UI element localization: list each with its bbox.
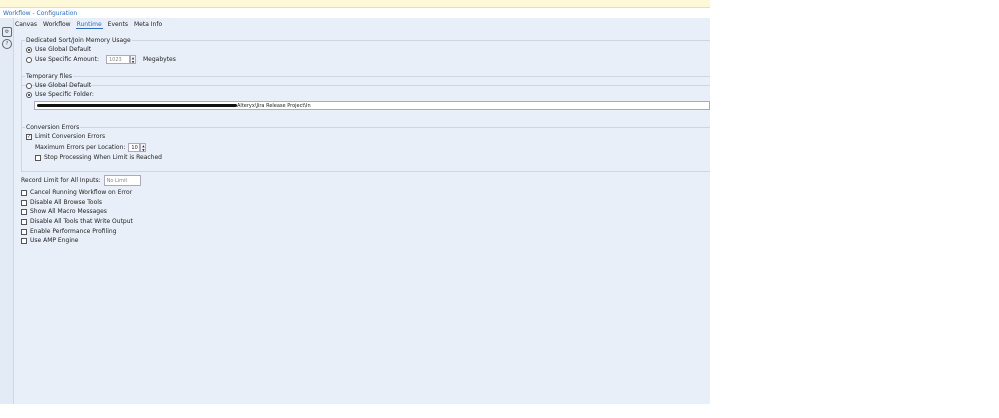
tab-runtime[interactable]: Runtime — [75, 20, 103, 29]
option-macro-messages[interactable]: Show All Macro Messages — [21, 208, 107, 215]
help-icon[interactable]: ? — [2, 39, 12, 49]
page-title: Workflow - Configuration — [3, 10, 78, 17]
checkbox[interactable] — [21, 189, 27, 196]
option-amp-engine[interactable]: Use AMP Engine — [21, 237, 79, 244]
memory-specific-radio[interactable]: Use Specific Amount: 1023 ▲ ▼ Megabytes — [26, 55, 176, 64]
tab-workflow[interactable]: Workflow — [42, 20, 72, 29]
side-toolbar: ⚙ ? — [0, 18, 14, 404]
label: Limit Conversion Errors — [35, 133, 106, 140]
label: Use Specific Amount: — [35, 56, 99, 63]
stop-processing-checkbox[interactable]: Stop Processing When Limit is Reached — [35, 154, 162, 161]
tab-events[interactable]: Events — [107, 20, 129, 29]
label: Record Limit for All Inputs: — [21, 177, 101, 184]
checkbox[interactable] — [21, 228, 27, 235]
option-cancel-on-error[interactable]: Cancel Running Workflow on Error — [21, 189, 132, 196]
header: Workflow - Configuration — [0, 8, 710, 18]
max-errors-row: Maximum Errors per Location: 10 ▲ ▼ — [35, 143, 147, 152]
checkbox[interactable] — [35, 154, 41, 161]
radio[interactable] — [26, 46, 32, 53]
temp-folder-input[interactable]: Alteryx\Jira Release Project\In — [34, 101, 710, 110]
radio[interactable] — [26, 82, 32, 89]
label: Enable Performance Profiling — [30, 228, 117, 235]
option-disable-output[interactable]: Disable All Tools that Write Output — [21, 218, 133, 225]
unit-label: Megabytes — [142, 56, 176, 63]
max-errors-input[interactable]: 10 — [128, 143, 141, 152]
checkbox[interactable] — [21, 208, 27, 215]
record-limit-row: Record Limit for All Inputs: No Limit — [21, 175, 141, 186]
label: Use Specific Folder: — [35, 91, 94, 98]
option-profiling[interactable]: Enable Performance Profiling — [21, 228, 117, 235]
label: Show All Macro Messages — [30, 208, 107, 215]
option-disable-browse[interactable]: Disable All Browse Tools — [21, 199, 102, 206]
redaction — [37, 104, 237, 107]
radio[interactable] — [26, 56, 32, 63]
memory-amount-input[interactable]: 1023 — [105, 55, 130, 64]
gear-icon[interactable]: ⚙ — [2, 27, 12, 37]
label: Stop Processing When Limit is Reached — [44, 154, 162, 161]
checkbox[interactable] — [21, 218, 27, 225]
radio[interactable] — [26, 91, 32, 98]
temp-specific-radio[interactable]: Use Specific Folder: — [26, 91, 94, 98]
checkbox[interactable] — [21, 237, 27, 244]
label: Use AMP Engine — [30, 237, 79, 244]
configuration-panel: ⚙ ? Canvas Workflow Runtime Events Meta … — [0, 18, 710, 404]
memory-label: Dedicated Sort/Join Memory Usage — [25, 37, 132, 44]
record-limit-input[interactable]: No Limit — [103, 175, 141, 186]
conversion-label: Conversion Errors — [25, 124, 81, 131]
label: Disable All Tools that Write Output — [30, 218, 133, 225]
tab-canvas[interactable]: Canvas — [14, 20, 38, 29]
label: Use Global Default — [35, 46, 92, 53]
label: Use Global Default — [35, 82, 92, 89]
label: Disable All Browse Tools — [30, 199, 103, 206]
memory-spinner[interactable]: ▲ ▼ — [129, 55, 136, 64]
folder-text: Alteryx\Jira Release Project\In — [237, 103, 311, 109]
temp-global-radio[interactable]: Use Global Default — [26, 82, 91, 89]
conversion-errors-group: Conversion Errors ✓ Limit Conversion Erro… — [21, 124, 710, 172]
checkbox[interactable]: ✓ — [26, 133, 32, 140]
memory-global-radio[interactable]: Use Global Default — [26, 46, 91, 53]
max-errors-spinner[interactable]: ▲ ▼ — [140, 143, 147, 152]
tab-bar: Canvas Workflow Runtime Events Meta Info — [14, 20, 163, 29]
temp-label: Temporary files — [25, 73, 73, 80]
notification-banner — [0, 0, 710, 8]
tab-meta-info[interactable]: Meta Info — [133, 20, 163, 29]
temp-files-group: Temporary files Use Global Default Use S… — [21, 73, 710, 128]
limit-conversion-checkbox[interactable]: ✓ Limit Conversion Errors — [26, 133, 105, 140]
label: Cancel Running Workflow on Error — [30, 189, 133, 196]
label: Maximum Errors per Location: — [35, 144, 126, 151]
checkbox[interactable] — [21, 199, 27, 206]
